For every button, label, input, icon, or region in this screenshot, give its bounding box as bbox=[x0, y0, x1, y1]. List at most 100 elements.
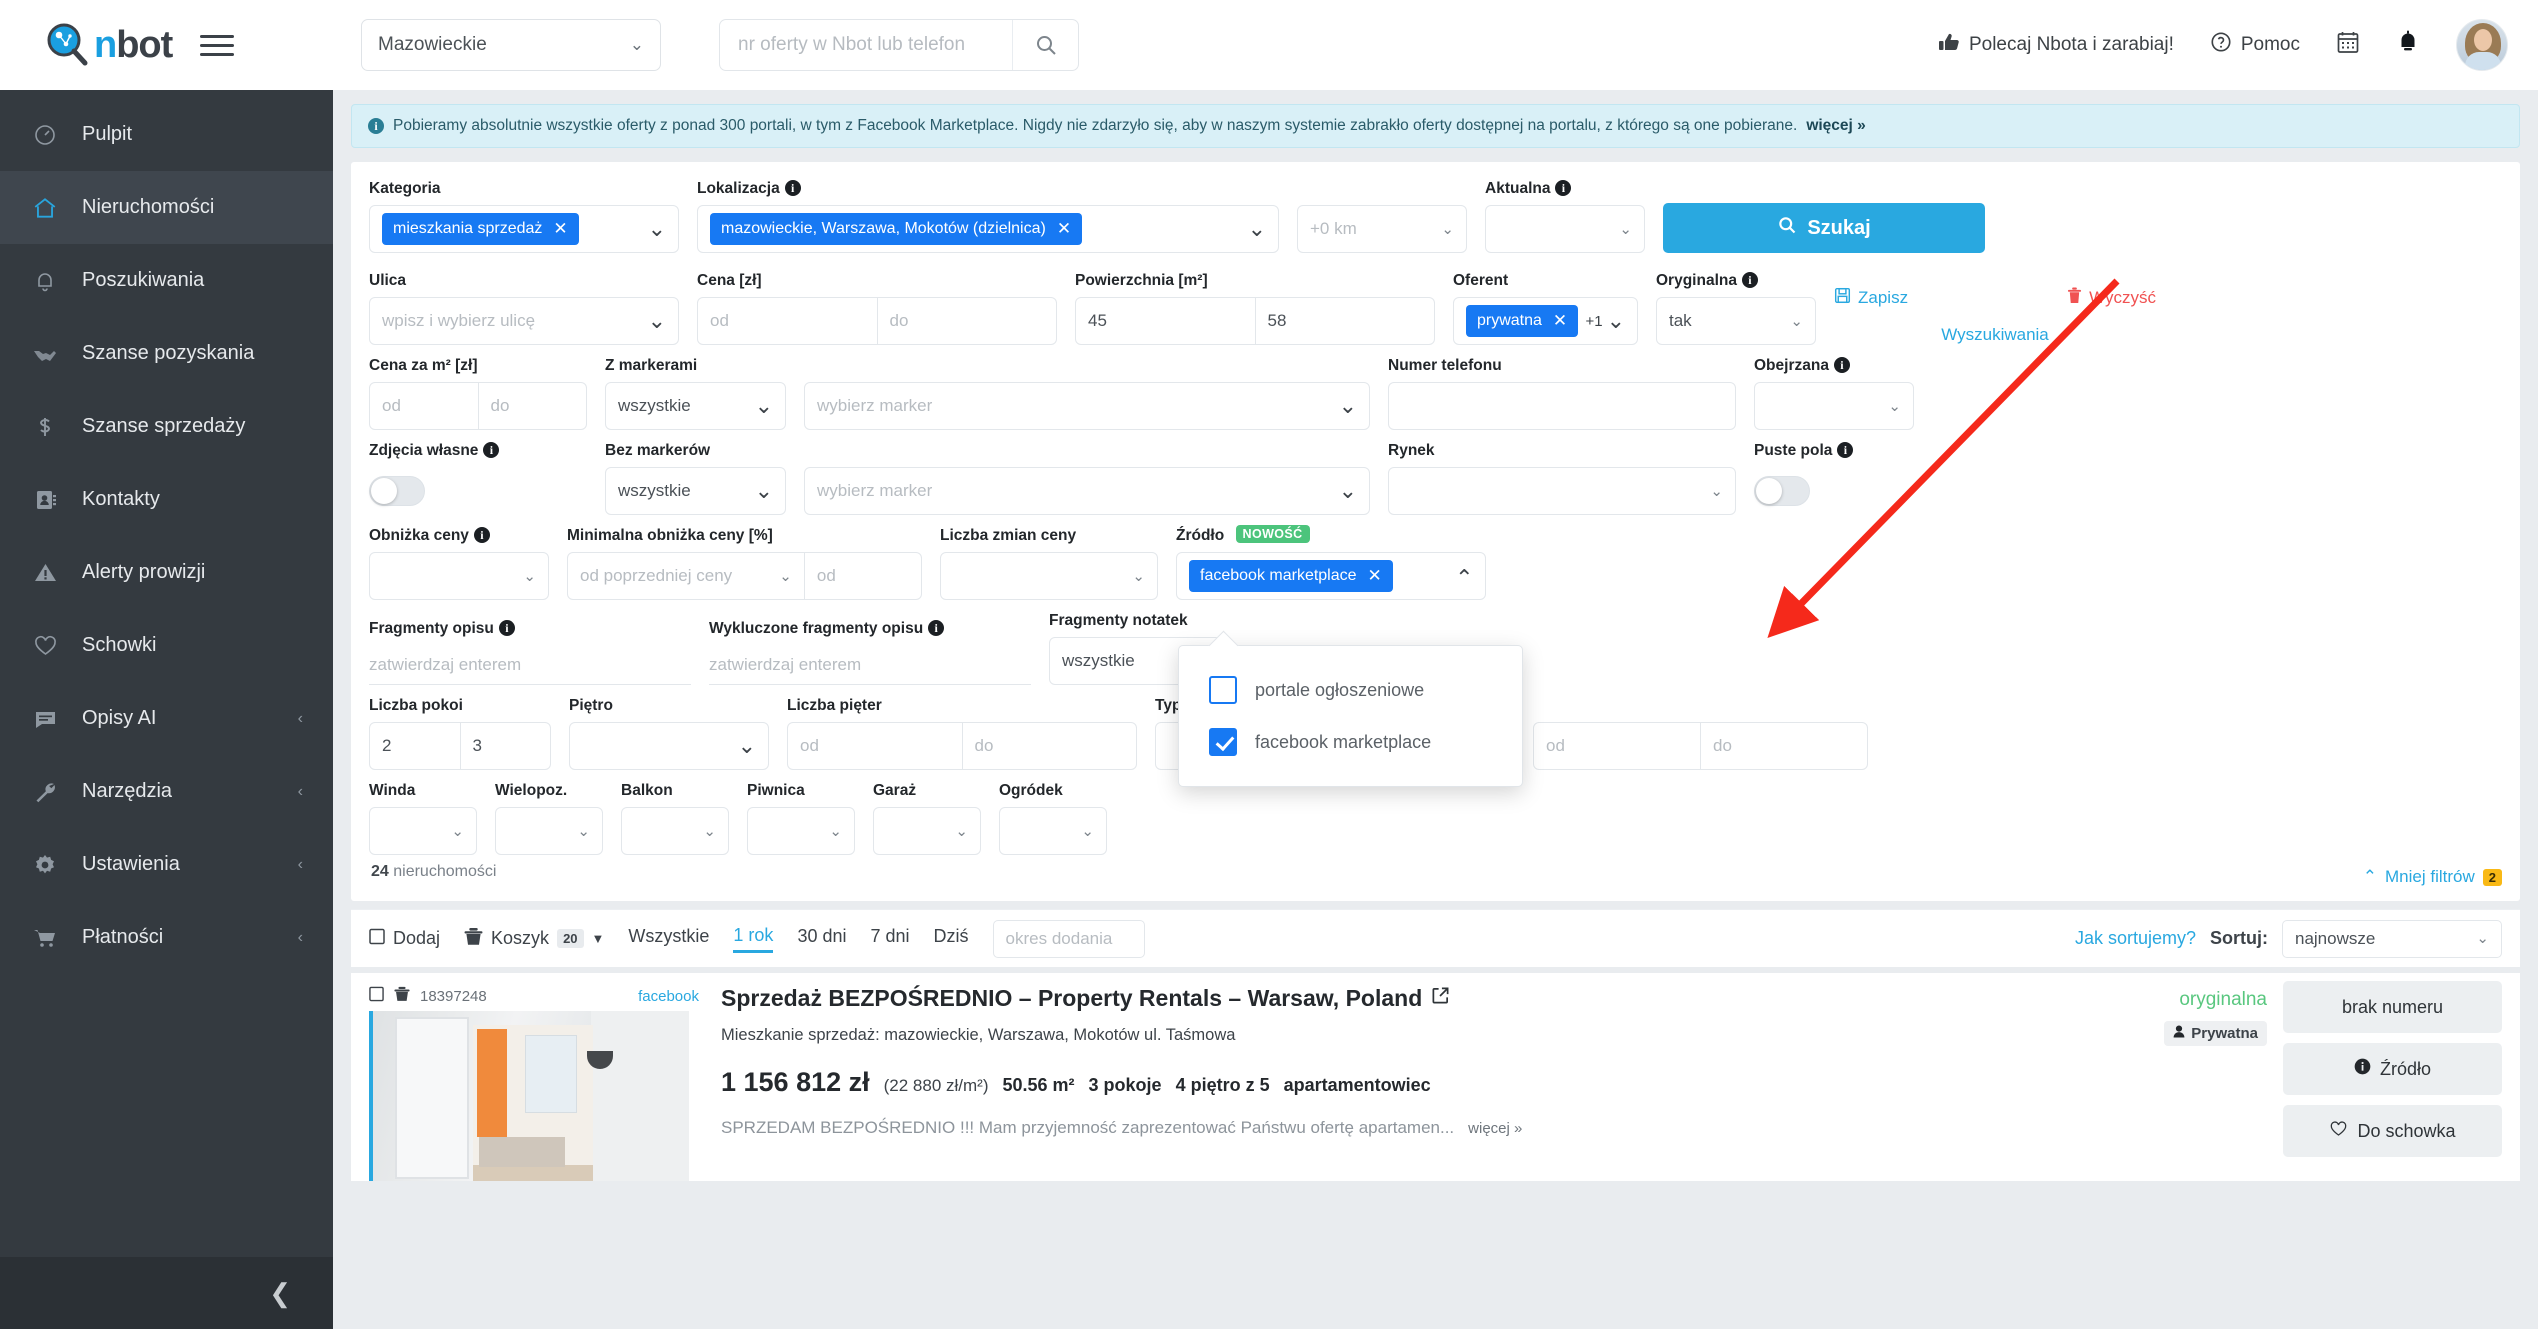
balkon-select[interactable]: ⌄ bbox=[621, 807, 729, 855]
listing-checkbox[interactable] bbox=[369, 986, 384, 1006]
listing-title[interactable]: Sprzedaż BEZPOŚREDNIO – Property Rentals… bbox=[721, 985, 2087, 1012]
aktualna-select[interactable]: ⌄ bbox=[1485, 205, 1645, 253]
sidebar-item-pulpit[interactable]: Pulpit bbox=[0, 98, 333, 171]
garaz-select[interactable]: ⌄ bbox=[873, 807, 981, 855]
tab-wszystkie[interactable]: Wszystkie bbox=[628, 926, 709, 951]
info-icon[interactable]: i bbox=[483, 442, 500, 458]
close-icon[interactable]: ✕ bbox=[553, 219, 567, 239]
z-markerami-select[interactable]: wszystkie ⌄ bbox=[605, 382, 786, 430]
oryginalna-select[interactable]: tak ⌄ bbox=[1656, 297, 1816, 345]
tab-dzis[interactable]: Dziś bbox=[934, 926, 969, 951]
cena-m2-od-input[interactable]: od bbox=[369, 382, 479, 430]
bez-markerow-select[interactable]: wszystkie ⌄ bbox=[605, 467, 786, 515]
min-obnizka-od-input[interactable]: od bbox=[804, 552, 922, 600]
fragmenty-opisu-input[interactable]: zatwierdzaj enterem bbox=[369, 645, 691, 685]
cena-do-input[interactable]: do bbox=[877, 297, 1057, 345]
z-markerami-picker[interactable]: wybierz marker ⌄ bbox=[804, 382, 1370, 430]
sidebar-item-kontakty[interactable]: Kontakty bbox=[0, 463, 333, 536]
region-select[interactable]: Mazowieckie ⌄ bbox=[361, 19, 661, 71]
radius-select[interactable]: +0 km ⌄ bbox=[1297, 205, 1467, 253]
powierzchnia-od-input[interactable]: 45 bbox=[1075, 297, 1256, 345]
saved-searches-link[interactable]: Wyszukiwania bbox=[1941, 325, 2049, 344]
rynek-select[interactable]: ⌄ bbox=[1388, 467, 1736, 515]
obejrzana-select[interactable]: ⌄ bbox=[1754, 382, 1914, 430]
cena-od-input[interactable]: od bbox=[697, 297, 878, 345]
info-icon[interactable]: i bbox=[1741, 272, 1758, 288]
bez-markerow-picker[interactable]: wybierz marker ⌄ bbox=[804, 467, 1370, 515]
sidebar-item-szanse-pozyskania[interactable]: Szanse pozyskania bbox=[0, 317, 333, 390]
chevron-up-icon[interactable]: ⌄ bbox=[1455, 564, 1473, 589]
lokalizacja-tag[interactable]: mazowieckie, Warszawa, Mokotów (dzielnic… bbox=[710, 213, 1083, 245]
info-icon[interactable]: i bbox=[1833, 357, 1850, 373]
tab-1-rok[interactable]: 1 rok bbox=[733, 925, 774, 953]
liczba-pokoi-od-input[interactable]: 2 bbox=[369, 722, 461, 770]
ulica-select[interactable]: wpisz i wybierz ulicę ⌄ bbox=[369, 297, 679, 345]
zdjecia-wlasne-toggle[interactable] bbox=[369, 476, 425, 506]
wielopoz-select[interactable]: ⌄ bbox=[495, 807, 603, 855]
ogrodek-select[interactable]: ⌄ bbox=[999, 807, 1107, 855]
basket-button[interactable]: Koszyk 20 ▼ bbox=[464, 927, 604, 951]
liczba-zmian-select[interactable]: ⌄ bbox=[940, 552, 1158, 600]
calendar-button[interactable] bbox=[2336, 30, 2360, 61]
numer-telefonu-input[interactable] bbox=[1388, 382, 1736, 430]
sidebar-item-ustawienia[interactable]: Ustawienia ‹ bbox=[0, 828, 333, 901]
close-icon[interactable]: ✕ bbox=[1553, 311, 1567, 331]
checkbox-checked-icon[interactable] bbox=[1209, 728, 1237, 756]
external-link-icon[interactable] bbox=[1431, 986, 1450, 1011]
rok-do-input[interactable]: do bbox=[1701, 722, 1868, 770]
kategoria-select[interactable]: mieszkania sprzedaż ✕ ⌄ bbox=[369, 205, 679, 253]
tab-30-dni[interactable]: 30 dni bbox=[797, 926, 846, 951]
zrodlo-option-facebook[interactable]: facebook marketplace bbox=[1179, 716, 1522, 768]
no-number-button[interactable]: brak numeru bbox=[2283, 981, 2502, 1033]
liczba-pieter-od-input[interactable]: od bbox=[787, 722, 963, 770]
sort-help-link[interactable]: Jak sortujemy? bbox=[2075, 928, 2196, 949]
listing-source[interactable]: facebook bbox=[638, 988, 699, 1005]
winda-select[interactable]: ⌄ bbox=[369, 807, 477, 855]
info-icon[interactable]: i bbox=[928, 620, 945, 636]
chevron-down-icon[interactable]: ▼ bbox=[592, 931, 605, 946]
user-avatar[interactable] bbox=[2456, 19, 2508, 71]
search-button[interactable]: Szukaj bbox=[1663, 203, 1985, 253]
powierzchnia-do-input[interactable]: 58 bbox=[1255, 297, 1435, 345]
sidebar-collapse-button[interactable]: ❮ bbox=[0, 1257, 333, 1329]
help-link[interactable]: Pomoc bbox=[2210, 31, 2300, 59]
cena-m2-do-input[interactable]: do bbox=[478, 382, 587, 430]
listing-photo[interactable] bbox=[369, 1011, 689, 1181]
save-search-button[interactable]: Zapisz bbox=[1834, 287, 1908, 309]
add-to-clipboard-button[interactable]: Do schowka bbox=[2283, 1105, 2502, 1157]
zrodlo-tag[interactable]: facebook marketplace ✕ bbox=[1189, 560, 1393, 592]
sort-select[interactable]: najnowsze ⌄ bbox=[2282, 919, 2502, 958]
puste-pola-toggle[interactable] bbox=[1754, 476, 1810, 506]
oferent-select[interactable]: prywatna ✕ +1 ⌄ bbox=[1453, 297, 1638, 345]
listing-description-more[interactable]: więcej » bbox=[1468, 1120, 1522, 1137]
obnizka-ceny-select[interactable]: ⌄ bbox=[369, 552, 549, 600]
listing-basket-icon[interactable] bbox=[394, 986, 410, 1006]
sidebar-item-opisy-ai[interactable]: Opisy AI ‹ bbox=[0, 682, 333, 755]
lokalizacja-select[interactable]: mazowieckie, Warszawa, Mokotów (dzielnic… bbox=[697, 205, 1279, 253]
zrodlo-select[interactable]: facebook marketplace ✕ ⌄ bbox=[1176, 552, 1486, 600]
liczba-pieter-do-input[interactable]: do bbox=[962, 722, 1137, 770]
menu-toggle-button[interactable] bbox=[200, 34, 235, 56]
oferent-tag[interactable]: prywatna ✕ bbox=[1466, 305, 1579, 337]
less-filters-button[interactable]: ⌃ Mniej filtrów 2 bbox=[2363, 867, 2502, 887]
kategoria-tag[interactable]: mieszkania sprzedaż ✕ bbox=[382, 213, 579, 245]
zrodlo-option-portale[interactable]: portale ogłoszeniowe bbox=[1179, 664, 1522, 716]
add-button[interactable]: Dodaj bbox=[369, 928, 440, 950]
sidebar-item-szanse-sprzedazy[interactable]: Szanse sprzedaży bbox=[0, 390, 333, 463]
clear-filters-button[interactable]: Wyczyść bbox=[2067, 287, 2156, 309]
rok-od-input[interactable]: od bbox=[1533, 722, 1701, 770]
info-icon[interactable]: i bbox=[784, 180, 801, 196]
refer-link[interactable]: Polecaj Nbota i zarabiaj! bbox=[1938, 32, 2174, 58]
wykluczone-fragmenty-input[interactable]: zatwierdzaj enterem bbox=[709, 645, 1031, 685]
notice-more-link[interactable]: więcej » bbox=[1806, 117, 1865, 135]
piwnica-select[interactable]: ⌄ bbox=[747, 807, 855, 855]
nbot-logo[interactable]: nbot bbox=[44, 22, 173, 68]
info-icon[interactable]: i bbox=[1837, 442, 1854, 458]
liczba-pokoi-do-input[interactable]: 3 bbox=[460, 722, 551, 770]
sidebar-item-schowki[interactable]: Schowki bbox=[0, 609, 333, 682]
info-icon[interactable]: i bbox=[498, 620, 515, 636]
source-button[interactable]: Źródło bbox=[2283, 1043, 2502, 1095]
info-icon[interactable]: i bbox=[1555, 180, 1572, 196]
sidebar-item-narzedzia[interactable]: Narzędzia ‹ bbox=[0, 755, 333, 828]
tab-7-dni[interactable]: 7 dni bbox=[870, 926, 909, 951]
